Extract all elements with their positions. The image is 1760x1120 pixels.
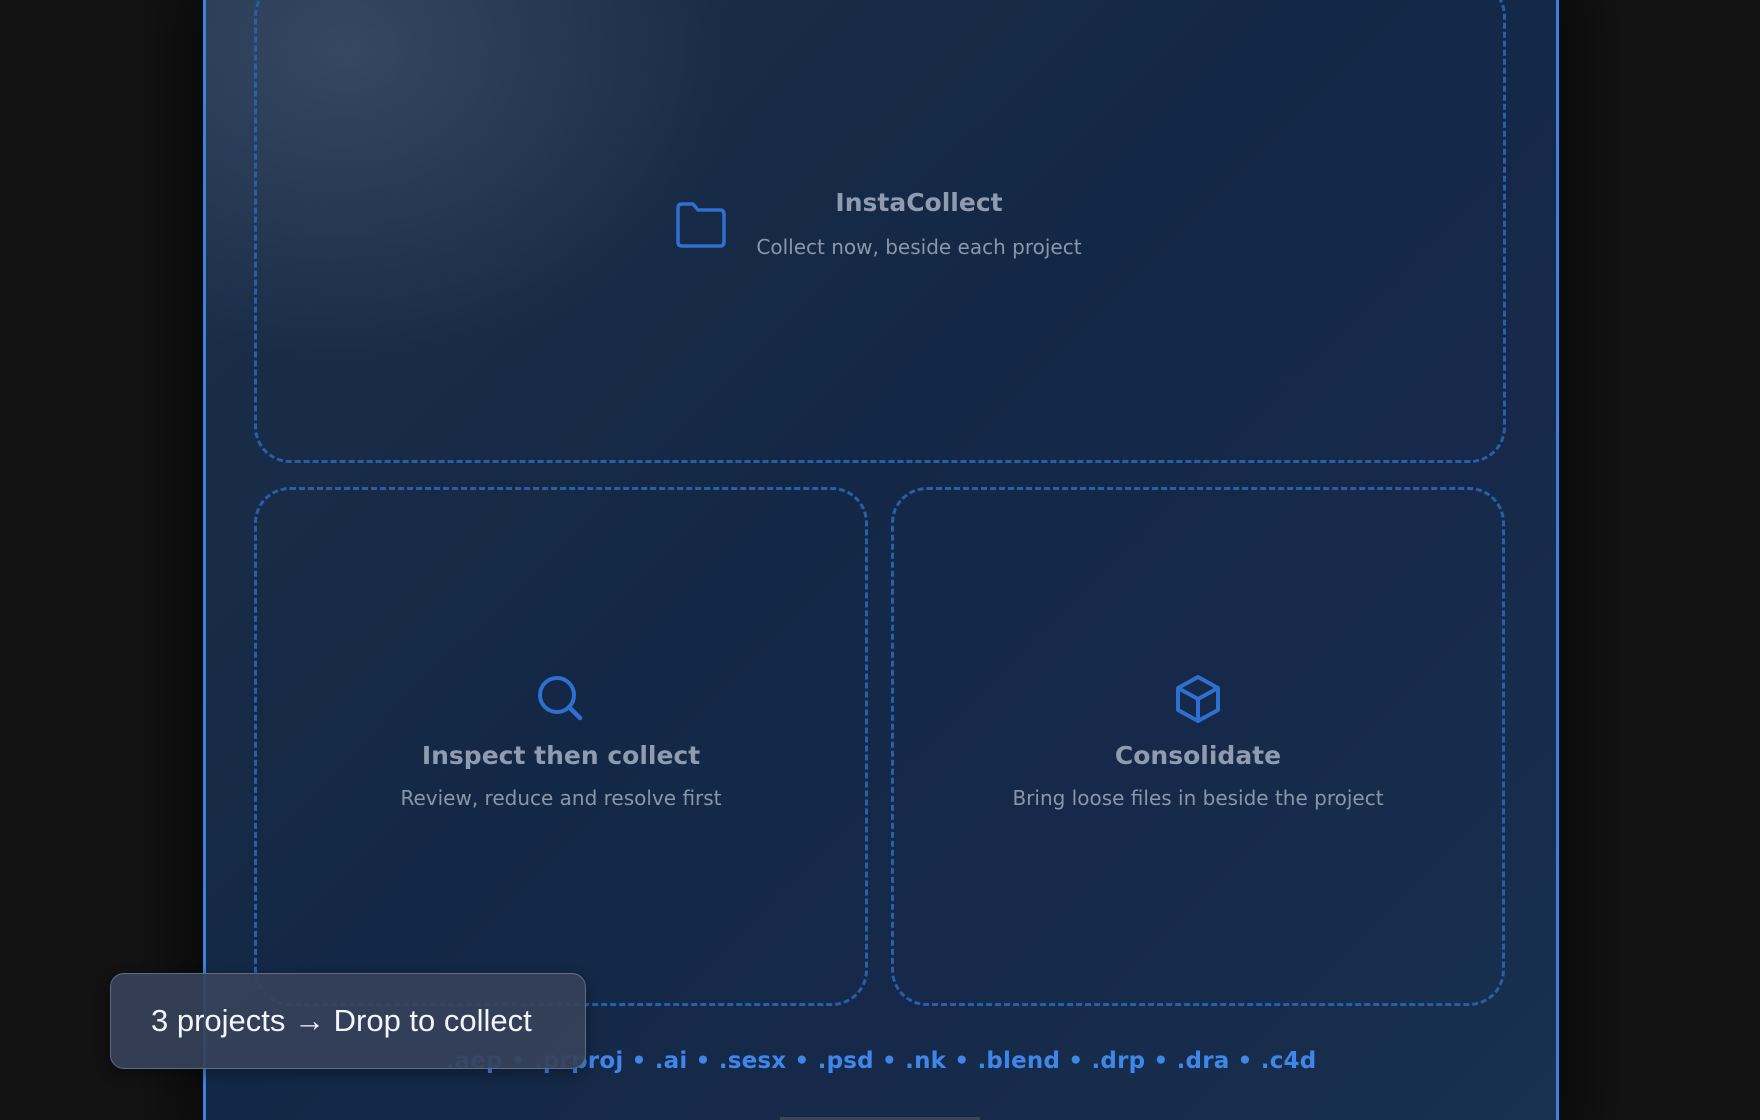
inspect-title: Inspect then collect <box>421 741 701 770</box>
cube-icon <box>1172 673 1224 725</box>
inspect-drop-zone[interactable]: Inspect then collect Review, reduce and … <box>254 487 868 1006</box>
search-icon <box>535 673 587 725</box>
drag-toast: 3 projects → Drop to collect <box>110 973 586 1069</box>
inspect-subtitle: Review, reduce and resolve first <box>400 786 722 810</box>
instacollect-text: InstaCollect Collect now, beside each pr… <box>719 186 1119 262</box>
instacollect-title: InstaCollect <box>835 188 1003 217</box>
consolidate-drop-zone[interactable]: Consolidate Bring loose files in beside … <box>891 487 1505 1006</box>
inspect-content: Inspect then collect Review, reduce and … <box>257 673 865 813</box>
app-stage: InstaCollect Collect now, beside each pr… <box>0 0 1760 1120</box>
consolidate-subtitle: Bring loose files in beside the project <box>1012 786 1384 810</box>
consolidate-content: Consolidate Bring loose files in beside … <box>894 673 1502 813</box>
instacollect-subtitle: Collect now, beside each project <box>756 235 1082 259</box>
consolidate-title: Consolidate <box>1114 741 1282 770</box>
